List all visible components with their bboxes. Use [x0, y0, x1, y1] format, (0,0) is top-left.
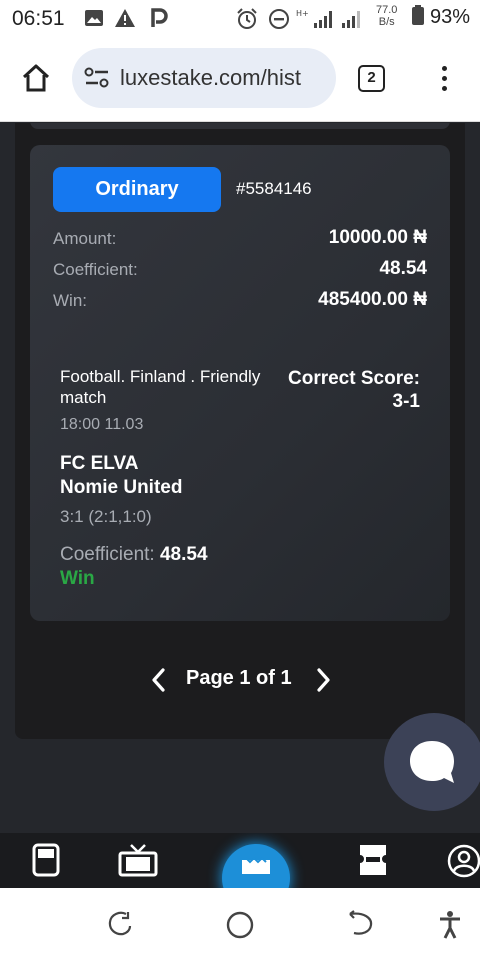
url-text[interactable]: luxestake.com/hist: [120, 65, 301, 91]
gallery-icon: [85, 10, 103, 26]
event-market: Correct Score: 3-1: [288, 368, 420, 412]
coefficient-row: Coefficient: 48.54: [53, 258, 427, 282]
recent-apps-icon[interactable]: [106, 910, 134, 938]
bet-slip-icon: [242, 856, 270, 874]
event-time: 18:00 11.03: [60, 416, 144, 433]
net-speed-value: 77.0: [376, 4, 398, 16]
home-icon[interactable]: [20, 62, 52, 94]
bet-history-nav-button[interactable]: [222, 844, 290, 888]
net-speed: 77.0 B/s: [376, 4, 397, 28]
tab-switcher-button[interactable]: 2: [358, 65, 385, 92]
site-settings-icon[interactable]: [84, 66, 110, 90]
home-nav-icon[interactable]: [225, 910, 255, 940]
bet-type-button[interactable]: Ordinary: [53, 167, 221, 212]
dnd-icon: [269, 9, 289, 29]
bet-status: Win: [60, 568, 95, 589]
coefficient-value: 48.54: [379, 258, 427, 279]
profile-nav-icon[interactable]: [446, 843, 480, 879]
browser-toolbar: luxestake.com/hist 2: [0, 38, 480, 122]
page-indicator: Page 1 of 1: [186, 667, 292, 689]
chat-button[interactable]: [384, 713, 480, 811]
win-value: 485400.00 ₦: [318, 289, 427, 310]
previous-bet-card: [30, 123, 450, 129]
sports-nav-icon[interactable]: [32, 843, 60, 877]
status-bar: 06:51 H+ 77.0 B/s 93%: [0, 0, 480, 38]
net-speed-unit: B/s: [378, 16, 395, 28]
system-nav-bar: [0, 888, 480, 960]
alarm-icon: [237, 8, 257, 29]
battery-status: 93%: [412, 5, 470, 29]
chat-bubble-icon: [410, 741, 454, 783]
warning-icon: [115, 9, 135, 27]
event-coefficient: Coefficient: 48.54: [60, 544, 208, 566]
team-away: Nomie United: [60, 477, 183, 498]
live-tv-icon[interactable]: [118, 843, 158, 879]
chevron-right-icon[interactable]: [312, 667, 334, 693]
amount-label: Amount:: [53, 229, 117, 248]
amount-row: Amount: 10000.00 ₦: [53, 227, 427, 251]
coupon-nav-icon[interactable]: [358, 843, 388, 877]
chevron-left-icon[interactable]: [148, 667, 170, 693]
coefficient-label: Coefficient:: [53, 260, 138, 279]
event-coefficient-label: Coefficient:: [60, 544, 155, 565]
signal-icon: [342, 11, 360, 28]
battery-icon: [412, 5, 425, 25]
bet-card: Ordinary #5584146 Amount: 10000.00 ₦ Coe…: [30, 145, 450, 621]
app-bottom-nav: [0, 833, 480, 888]
pagination: Page 1 of 1: [0, 663, 480, 695]
event-coefficient-value: 48.54: [159, 544, 208, 565]
back-nav-icon[interactable]: [344, 910, 374, 938]
accessibility-icon[interactable]: [438, 910, 462, 940]
win-row: Win: 485400.00 ₦: [53, 289, 427, 313]
bet-id: #5584146: [236, 179, 312, 198]
signal-h-plus-icon: H+: [296, 9, 332, 28]
team-home: FC ELVA: [60, 453, 139, 474]
p-app-icon: [151, 8, 168, 27]
win-label: Win:: [53, 291, 87, 310]
event-sport-line: Football. Finland . Friendly match: [60, 367, 261, 407]
amount-value: 10000.00 ₦: [328, 227, 427, 248]
battery-percent: 93%: [429, 6, 470, 28]
event-result: 3:1 (2:1,1:0): [60, 507, 152, 526]
more-menu-icon[interactable]: [436, 62, 452, 98]
svg-text:H+: H+: [296, 9, 309, 18]
status-time: 06:51: [12, 7, 65, 30]
page-content: Ordinary #5584146 Amount: 10000.00 ₦ Coe…: [0, 123, 480, 833]
address-bar[interactable]: luxestake.com/hist: [72, 48, 336, 108]
